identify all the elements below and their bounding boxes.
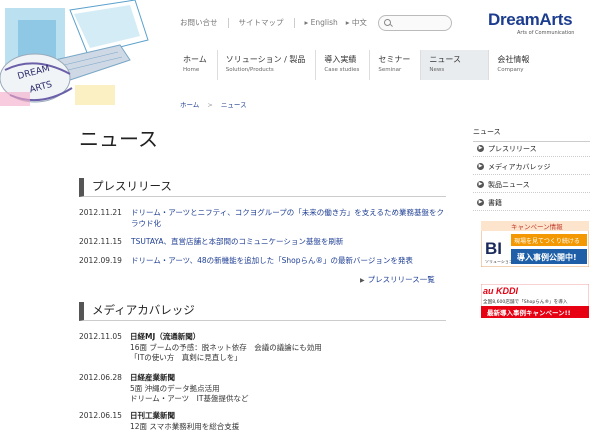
banner-line2: 導入事例公開中! <box>517 252 577 262</box>
nav-sublabel: Seminar <box>378 67 402 73</box>
nav-label: ホーム <box>183 55 207 64</box>
search-icon <box>384 19 391 26</box>
brand-tagline: Arts of Communication <box>517 30 575 36</box>
bi-sub-text: ソリューション <box>485 259 513 264</box>
chevron-right-icon: ▶ <box>477 199 484 206</box>
press-item: 2012.11.15 TSUTAYA、直営店舗と本部間のコミュニケーション基盤を… <box>79 236 449 247</box>
media-coverage-heading: メディアカバレッジ <box>79 302 446 321</box>
breadcrumb-separator: > <box>207 101 213 109</box>
more-label: プレスリリース一覧 <box>367 275 435 284</box>
banner-line1: 現場を見てつくり続ける <box>514 237 580 245</box>
nav-label: 会社情報 <box>497 55 530 64</box>
search-input[interactable] <box>378 15 452 31</box>
sidebar-item-media-coverage[interactable]: ▶ メディアカバレッジ <box>473 159 590 175</box>
coverage-date: 2012.06.28 <box>79 373 122 382</box>
sidebar-item-press-release[interactable]: ▶ プレスリリース <box>473 141 590 157</box>
sidebar-item-books[interactable]: ▶ 書籍 <box>473 195 590 211</box>
coverage-line: 12面 スマホ業務利用を総合支援 <box>130 421 240 431</box>
banner-line2: 最新導入事例キャンペーン!! <box>487 308 571 317</box>
chinese-link[interactable]: ▸ 中文 <box>346 17 367 28</box>
coverage-line: ドリーム・アーツ IT基盤提供など <box>130 394 249 403</box>
press-link[interactable]: ドリーム・アーツ、48の新機能を追加した「Shopらん®」の最新バージョンを発表 <box>131 256 413 265</box>
chevron-right-icon: ▶ <box>477 163 484 170</box>
coverage-line: 5面 沖縄のデータ拠点活用 <box>130 383 220 393</box>
breadcrumb-current[interactable]: ニュース <box>221 101 247 109</box>
utility-nav: お問い合せ サイトマップ ▸ English ▸ 中文 <box>180 17 367 28</box>
breadcrumb: ホーム > ニュース <box>180 99 247 109</box>
press-date: 2012.11.21 <box>79 208 122 217</box>
press-link[interactable]: TSUTAYA、直営店舗と本部間のコミュニケーション基盤を刷新 <box>131 237 343 246</box>
bullet-icon: ▸ <box>304 18 309 27</box>
kddi-campaign-banner[interactable]: au KDDI 全国8,600店舗で「Shopらん®」を導入 最新導入事例キャン… <box>481 284 589 318</box>
coverage-source: 日経産業新聞 <box>130 373 175 382</box>
press-item: 2012.09.19 ドリーム・アーツ、48の新機能を追加した「Shopらん®」… <box>79 255 449 266</box>
bi-logo-text: BI <box>485 239 502 258</box>
global-nav: ホーム Home ソリューション / 製品 Solution/Products … <box>175 50 539 80</box>
nav-news[interactable]: ニュース News <box>420 50 489 80</box>
coverage-line: 「ITの使い方 真剣に見直しを」 <box>130 353 242 362</box>
nav-case-studies[interactable]: 導入実績 Case studies <box>315 50 369 80</box>
banner-top-label: キャンペーン情報 <box>511 222 563 231</box>
nav-label: ソリューション / 製品 <box>225 55 306 64</box>
press-item: 2012.11.21 ドリーム・アーツとニフティ、コクヨグループの「未来の働き方… <box>79 207 449 229</box>
nav-label: セミナー <box>378 55 411 64</box>
nav-label: 導入実績 <box>324 55 357 64</box>
sidebar-item-label: メディアカバレッジ <box>488 162 551 171</box>
coverage-line: 16面 ブームの予感：脱ネット依存 会議の議論にも効用 <box>130 342 322 352</box>
bullet-icon: ▸ <box>345 18 350 27</box>
chevron-right-icon: ▶ <box>477 145 484 152</box>
sidebar-heading: ニュース <box>473 127 590 142</box>
divider <box>227 17 229 28</box>
sidebar-item-product-news[interactable]: ▶ 製品ニュース <box>473 177 590 193</box>
dreamarts-illustration-logo[interactable]: DREAM ARTS <box>0 0 150 112</box>
coverage-date: 2012.06.15 <box>79 411 122 420</box>
english-link[interactable]: ▸ English <box>305 18 338 27</box>
press-date: 2012.11.15 <box>79 237 122 246</box>
press-date: 2012.09.19 <box>79 256 122 265</box>
contact-link[interactable]: お問い合せ <box>180 17 218 28</box>
sidebar-item-label: プレスリリース <box>488 144 537 153</box>
nav-sublabel: Case studies <box>324 67 360 73</box>
coverage-date: 2012.11.05 <box>79 332 122 341</box>
press-release-list-link[interactable]: ▶ プレスリリース一覧 <box>360 274 435 285</box>
divider <box>293 17 295 28</box>
nav-company[interactable]: 会社情報 Company <box>488 50 539 80</box>
banner-line1: 全国8,600店舗で「Shopらん®」を導入 <box>483 298 568 305</box>
nav-home[interactable]: ホーム Home <box>175 50 217 80</box>
chinese-label: 中文 <box>351 18 367 27</box>
english-label: English <box>310 18 338 27</box>
arrow-right-icon: ▶ <box>360 277 365 284</box>
nav-sublabel: News <box>429 67 445 73</box>
nav-sublabel: Home <box>183 67 200 73</box>
coverage-item: 2012.11.05 日経MJ（流通新聞） 16面 ブームの予感：脱ネット依存 … <box>79 332 409 364</box>
nav-sublabel: Company <box>497 67 524 73</box>
nav-label: ニュース <box>429 55 461 64</box>
sitemap-link[interactable]: サイトマップ <box>239 17 284 28</box>
brand-logo[interactable]: DreamArts <box>488 10 573 30</box>
nav-sublabel: Solution/Products <box>225 67 274 73</box>
bi-campaign-banner[interactable]: キャンペーン情報 BI ソリューション 現場を見てつくり続ける 導入事例公開中! <box>481 221 589 267</box>
au-kddi-logo: au KDDI <box>483 286 519 296</box>
breadcrumb-home[interactable]: ホーム <box>180 101 199 109</box>
nav-seminar[interactable]: セミナー Seminar <box>369 50 420 80</box>
chevron-right-icon: ▶ <box>477 181 484 188</box>
coverage-item: 2012.06.15 日刊工業新聞 12面 スマホ業務利用を総合支援 <box>79 411 409 432</box>
sidebar-item-label: 製品ニュース <box>488 180 530 189</box>
nav-solutions[interactable]: ソリューション / 製品 Solution/Products <box>216 50 316 80</box>
coverage-item: 2012.06.28 日経産業新聞 5面 沖縄のデータ拠点活用 ドリーム・アーツ… <box>79 373 409 405</box>
coverage-source: 日経MJ（流通新聞） <box>130 332 201 341</box>
sidebar-item-label: 書籍 <box>488 198 502 207</box>
coverage-source: 日刊工業新聞 <box>130 411 175 420</box>
press-release-heading: プレスリリース <box>79 178 446 197</box>
page-title: ニュース <box>79 127 158 151</box>
press-link[interactable]: ドリーム・アーツとニフティ、コクヨグループの「未来の働き方」を支えるため業務基盤… <box>131 208 444 228</box>
